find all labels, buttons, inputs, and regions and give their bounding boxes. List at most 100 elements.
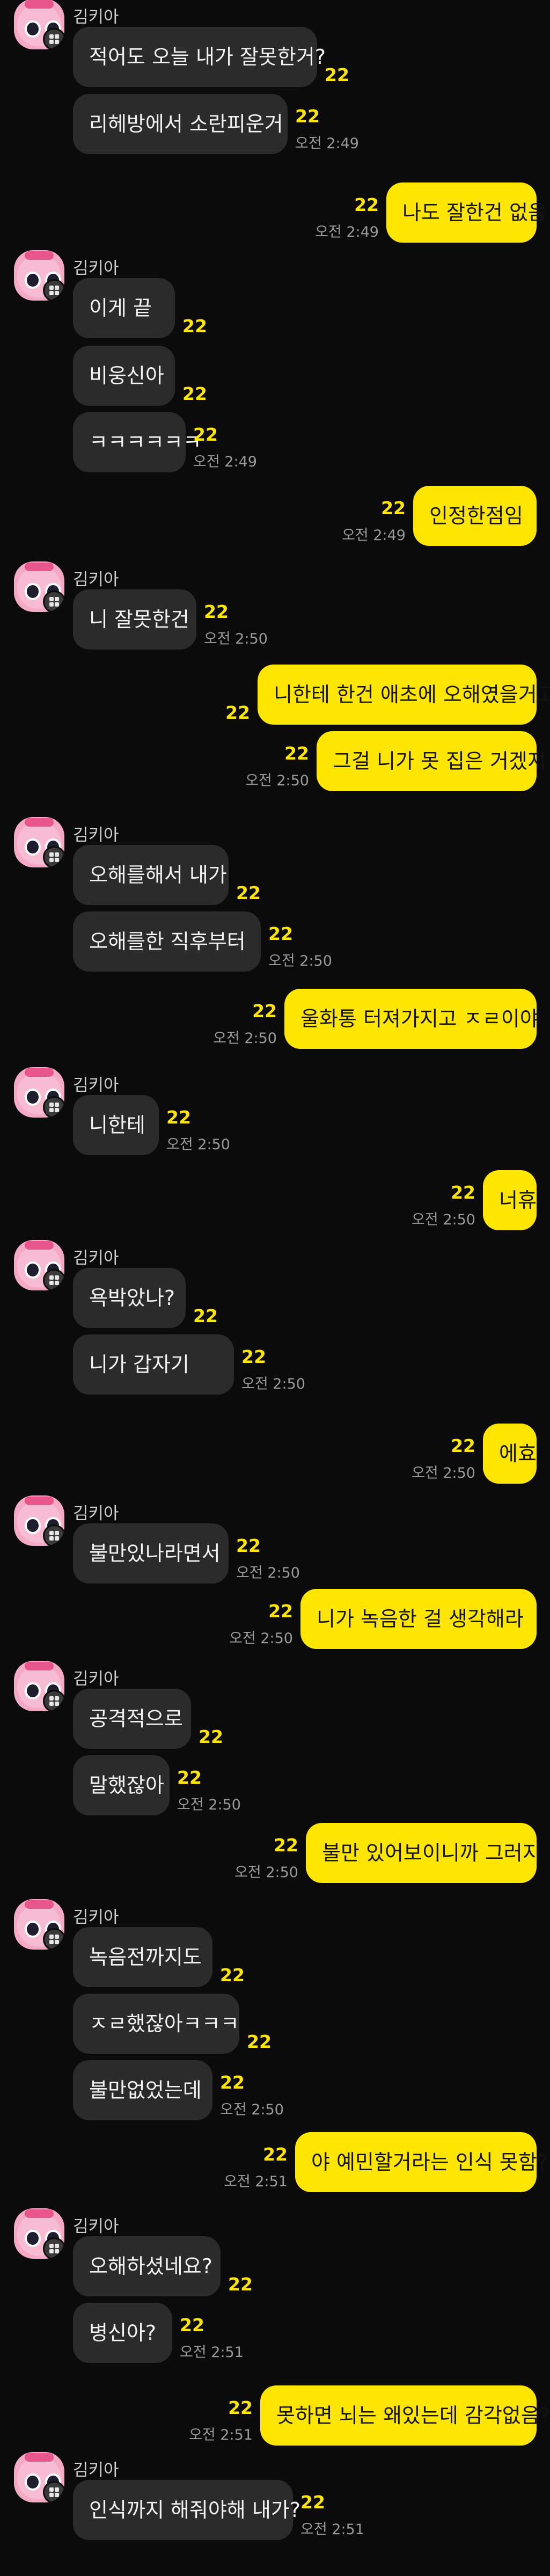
grid-badge-icon	[43, 590, 64, 612]
sender-avatar[interactable]	[14, 1661, 64, 1711]
message-timestamp: 오전 2:51	[180, 2344, 244, 2361]
sender-avatar[interactable]	[14, 2452, 64, 2502]
incoming-message-bubble[interactable]: 욕박았나?	[73, 1268, 186, 1328]
unread-count: 22	[199, 1726, 223, 1747]
incoming-message-bubble[interactable]: 공격적으로	[73, 1689, 191, 1749]
sender-avatar[interactable]	[14, 0, 64, 49]
incoming-message-bubble[interactable]: 이게 끝	[73, 278, 175, 338]
sender-name: 김키아	[73, 1669, 119, 1689]
avatar-bow-shape	[25, 0, 54, 9]
sender-avatar[interactable]	[14, 2208, 64, 2259]
outgoing-message-bubble[interactable]: 너휴	[483, 1170, 537, 1230]
sender-name: 김키아	[73, 2461, 119, 2480]
avatar-bow-shape	[25, 563, 54, 571]
unread-count: 22	[295, 106, 320, 127]
message-timestamp: 오전 2:50	[204, 631, 268, 647]
unread-count: 22	[180, 2315, 204, 2336]
avatar-bow-shape	[25, 2453, 54, 2462]
outgoing-message-bubble[interactable]: 인정한점임	[413, 486, 537, 546]
message-timestamp: 오전 2:50	[166, 1136, 230, 1153]
avatar-bow-shape	[25, 1662, 54, 1670]
avatar-eye-left	[25, 838, 41, 856]
unread-count: 22	[381, 498, 406, 519]
message-timestamp: 오전 2:50	[236, 1565, 300, 1581]
unread-count: 22	[193, 424, 218, 445]
sender-name: 김키아	[73, 259, 119, 278]
incoming-message-bubble[interactable]: 인식까지 해줘야해 내가?	[73, 2480, 300, 2540]
message-timestamp: 오전 2:49	[342, 527, 406, 544]
unread-count: 22	[204, 601, 229, 622]
unread-count: 22	[228, 2274, 253, 2295]
grid-badge-icon	[43, 846, 64, 867]
outgoing-message-bubble[interactable]: 니한테 한건 애초에 오해였을거고	[258, 665, 550, 725]
sender-avatar[interactable]	[14, 817, 64, 867]
unread-count: 22	[268, 1601, 293, 1622]
unread-count: 22	[193, 1305, 218, 1326]
grid-badge-icon	[43, 1096, 64, 1118]
outgoing-message-bubble[interactable]: 나도 잘한건 없음	[386, 183, 547, 243]
grid-badge-icon	[43, 1928, 64, 1950]
message-timestamp: 오전 2:49	[193, 454, 257, 470]
outgoing-message-bubble[interactable]: 그걸 니가 못 집은 거겠지	[317, 731, 546, 791]
outgoing-message-bubble[interactable]: 에효	[483, 1424, 537, 1484]
incoming-message-bubble[interactable]: 말했잖아	[73, 1755, 170, 1815]
incoming-message-bubble[interactable]: 니한테	[73, 1095, 159, 1155]
incoming-message-bubble[interactable]: 오해를해서 내가	[73, 845, 229, 905]
avatar-bow-shape	[25, 1900, 54, 1909]
chat-message-list[interactable]: 김키아 적어도 오늘 내가 잘못한거? 22 리헤방에서 소란피운거 22 오전 2:49…	[0, 0, 550, 2576]
incoming-message-bubble[interactable]: 비웅신아	[73, 346, 175, 406]
grid-badge-icon	[43, 279, 64, 301]
outgoing-message-bubble[interactable]: 불만 있어보이니까 그러지	[306, 1823, 541, 1883]
incoming-message-bubble[interactable]: 녹음전까지도	[73, 1927, 212, 1987]
grid-badge-icon	[43, 28, 64, 49]
incoming-message-bubble[interactable]: 병신아?	[73, 2303, 172, 2363]
message-timestamp: 오전 2:51	[224, 2173, 288, 2190]
unread-count: 22	[236, 1535, 261, 1556]
unread-count: 22	[182, 316, 207, 337]
avatar-bow-shape	[25, 2209, 54, 2218]
incoming-message-bubble[interactable]: 니 잘못한건	[73, 589, 196, 650]
incoming-message-bubble[interactable]: ㅋㅋㅋㅋㅋㅋ	[73, 412, 202, 472]
message-timestamp: 오전 2:50	[213, 1030, 277, 1047]
sender-avatar[interactable]	[14, 1495, 64, 1546]
message-timestamp: 오전 2:50	[268, 953, 332, 969]
unread-count: 22	[354, 194, 379, 215]
sender-avatar[interactable]	[14, 1899, 64, 1950]
sender-avatar[interactable]	[14, 250, 64, 301]
avatar-bow-shape	[25, 251, 54, 260]
sender-name: 김키아	[73, 570, 119, 589]
incoming-message-bubble[interactable]: 오해를한 직후부터	[73, 911, 261, 972]
sender-avatar[interactable]	[14, 1240, 64, 1290]
incoming-message-bubble[interactable]: 오해하셨네요?	[73, 2236, 221, 2296]
avatar-eye-left	[25, 583, 41, 600]
unread-count: 22	[228, 2397, 253, 2418]
incoming-message-bubble[interactable]: 불만있나라면서	[73, 1523, 229, 1583]
avatar-bow-shape	[25, 1068, 54, 1077]
incoming-message-bubble[interactable]: 적어도 오늘 내가 잘못한거?	[73, 27, 326, 87]
incoming-message-bubble[interactable]: ㅈㄹ했잖아ㅋㅋㅋ	[73, 1994, 239, 2054]
outgoing-message-bubble[interactable]: 니가 녹음한 걸 생각해라	[300, 1589, 537, 1649]
outgoing-message-bubble[interactable]: 못하면 뇌는 왜있는데 감각없음?	[260, 2385, 550, 2446]
unread-count: 22	[263, 2144, 288, 2165]
sender-name: 김키아	[73, 1504, 119, 1523]
incoming-message-bubble[interactable]: 리헤방에서 소란피운거	[73, 94, 288, 154]
outgoing-message-bubble[interactable]: 야 예민할거라는 인식 못함?	[295, 2132, 548, 2192]
incoming-message-bubble[interactable]: 니가 갑자기	[73, 1334, 234, 1395]
unread-count: 22	[247, 2031, 272, 2052]
unread-count: 22	[225, 702, 250, 723]
avatar-eye-left	[25, 20, 41, 38]
sender-avatar[interactable]	[14, 1067, 64, 1118]
sender-avatar[interactable]	[14, 561, 64, 612]
unread-count: 22	[300, 2492, 325, 2513]
avatar-eye-left	[25, 1089, 41, 1106]
avatar-eye-left	[25, 2230, 41, 2247]
incoming-message-bubble[interactable]: 불만없었는데	[73, 2060, 212, 2120]
grid-badge-icon	[43, 2237, 64, 2259]
avatar-bow-shape	[25, 818, 54, 827]
message-timestamp: 오전 2:50	[177, 1797, 241, 1813]
sender-name: 김키아	[73, 1076, 119, 1095]
outgoing-message-bubble[interactable]: 울화통 터져가지고 ㅈㄹ이야	[284, 989, 539, 1049]
unread-count: 22	[220, 2072, 245, 2093]
grid-badge-icon	[43, 1269, 64, 1290]
message-timestamp: 오전 2:50	[245, 772, 309, 789]
